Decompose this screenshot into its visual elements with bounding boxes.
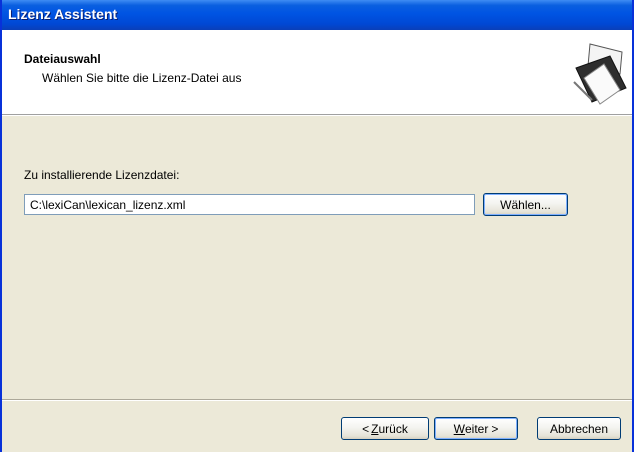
back-arrow: <	[362, 421, 370, 436]
document-certificate-icon	[570, 38, 628, 108]
window-title: Lizenz Assistent	[8, 6, 118, 22]
wizard-header: Dateiauswahl Wählen Sie bitte die Lizenz…	[2, 30, 632, 115]
cancel-button[interactable]: Abbrechen	[537, 417, 621, 440]
back-mnemonic: Z	[371, 421, 379, 436]
browse-button[interactable]: Wählen...	[483, 193, 568, 216]
license-path-input[interactable]	[24, 194, 475, 215]
next-label: eiter	[464, 421, 489, 436]
footer-divider	[2, 399, 632, 401]
wizard-content: Zu installierende Lizenzdatei: Wählen...	[2, 115, 632, 399]
step-title: Dateiauswahl	[24, 52, 101, 66]
title-bar[interactable]: Lizenz Assistent	[2, 0, 632, 30]
next-mnemonic: W	[453, 421, 465, 436]
step-subtitle: Wählen Sie bitte die Lizenz-Datei aus	[42, 71, 242, 85]
license-wizard-window: Lizenz Assistent Dateiauswahl Wählen Sie…	[0, 0, 634, 452]
back-label: urück	[378, 421, 408, 436]
next-button[interactable]: Weiter >	[434, 417, 518, 440]
license-file-label: Zu installierende Lizenzdatei:	[24, 168, 180, 182]
back-button[interactable]: < Zurück	[341, 417, 429, 440]
next-arrow: >	[491, 421, 499, 436]
